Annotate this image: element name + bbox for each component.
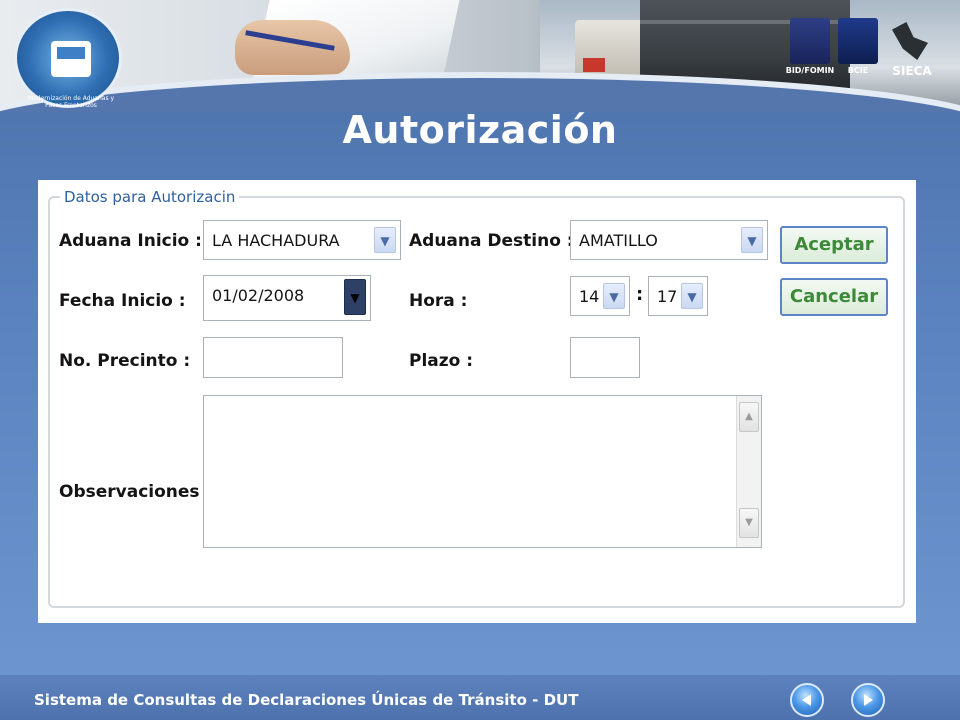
fecha-inicio-value: 01/02/2008 [212,286,305,305]
page-title: Autorización [342,108,618,152]
observaciones-label: Observaciones [59,482,200,502]
truck-icon [51,41,91,77]
next-slide-button[interactable] [851,683,885,717]
fecha-inicio-picker[interactable]: 01/02/2008 ▼ [203,275,371,321]
scroll-up-icon[interactable]: ▲ [739,402,759,432]
chevron-down-icon[interactable]: ▼ [741,227,763,253]
fecha-inicio-label: Fecha Inicio : [59,291,186,311]
hora-hour-value: 14 [579,287,600,306]
aduana-destino-select[interactable]: AMATILLO ▼ [570,220,768,260]
fieldset-legend: Datos para Autorizacin [60,188,240,206]
aduana-inicio-value: LA HACHADURA [212,231,340,250]
hora-label: Hora : [409,291,468,311]
chevron-down-icon[interactable]: ▼ [603,283,625,309]
plazo-input[interactable] [570,337,640,378]
partner-label-bcie: BCIE [847,66,869,75]
chevron-down-icon[interactable]: ▼ [681,283,703,309]
cancel-button[interactable]: Cancelar [780,278,888,316]
footer-text: Sistema de Consultas de Declaraciones Ún… [34,691,579,709]
textarea-scrollbar[interactable]: ▲ ▼ [736,396,761,547]
observaciones-textarea[interactable]: ▲ ▼ [203,395,762,548]
plazo-label: Plazo : [409,351,474,371]
previous-slide-button[interactable] [790,683,824,717]
accept-button[interactable]: Aceptar [780,226,888,264]
sieca-logo [886,18,936,64]
time-separator: : [636,284,644,305]
logo-caption: Modernización de Aduanas y Pasos Fronter… [27,95,115,109]
aduana-destino-value: AMATILLO [579,231,658,250]
hora-minute-value: 17 [657,287,678,306]
arrow-right-icon [864,694,873,706]
no-precinto-label: No. Precinto : [59,351,191,371]
bid-fomin-logo [790,18,830,64]
hora-hour-select[interactable]: 14 ▼ [570,276,630,316]
arrow-left-icon [802,694,811,706]
calendar-dropdown-icon[interactable]: ▼ [344,279,366,315]
authorization-panel: Datos para Autorizacin Aduana Inicio : L… [38,180,916,623]
bcie-logo [838,18,878,64]
aduana-destino-label: Aduana Destino : [409,231,574,251]
program-logo: Modernización de Aduanas y Pasos Fronter… [14,8,122,109]
partner-label-bid: BID/FOMIN [785,66,835,75]
scroll-down-icon[interactable]: ▼ [739,508,759,538]
aduana-inicio-select[interactable]: LA HACHADURA ▼ [203,220,401,260]
partner-label-sieca: SIECA [892,64,932,78]
chevron-down-icon[interactable]: ▼ [374,227,396,253]
hora-minute-select[interactable]: 17 ▼ [648,276,708,316]
aduana-inicio-label: Aduana Inicio : [59,231,202,251]
no-precinto-input[interactable] [203,337,343,378]
